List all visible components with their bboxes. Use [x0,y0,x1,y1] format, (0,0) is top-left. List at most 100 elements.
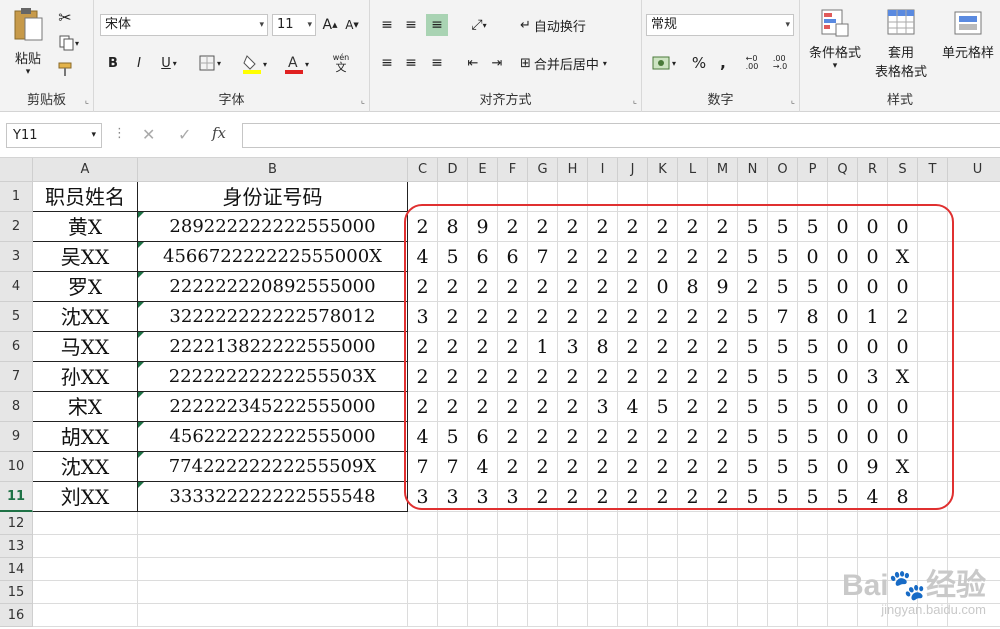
grid-cell[interactable] [468,558,498,581]
digit-cell[interactable]: 0 [828,422,858,452]
digit-cell[interactable]: 2 [588,272,618,302]
grid-cell[interactable] [618,604,648,627]
digit-cell[interactable]: 5 [768,272,798,302]
digit-cell[interactable]: 8 [678,272,708,302]
align-center-icon[interactable]: ≡ [400,52,422,74]
digit-cell[interactable]: 7 [408,452,438,482]
digit-cell[interactable]: 0 [858,422,888,452]
employee-name-cell[interactable]: 沈XX [33,452,138,482]
grid-cell[interactable] [438,581,468,604]
digit-cell[interactable]: 2 [588,422,618,452]
conditional-format-button[interactable]: 条件格式 ▾ [804,6,866,86]
grid-cell[interactable] [528,558,558,581]
digit-cell[interactable]: 2 [588,452,618,482]
grid-cell[interactable] [648,182,678,212]
digit-cell[interactable]: 2 [618,332,648,362]
digit-cell[interactable]: 2 [558,422,588,452]
grid-cell[interactable] [678,535,708,558]
digit-cell[interactable]: 2 [708,332,738,362]
digit-cell[interactable]: 2 [438,272,468,302]
digit-cell[interactable]: 5 [738,452,768,482]
select-all-corner[interactable] [0,158,33,182]
digit-cell[interactable]: 2 [468,302,498,332]
grid-cell[interactable] [648,512,678,535]
digit-cell[interactable]: 2 [558,242,588,272]
digit-cell[interactable]: 6 [468,422,498,452]
digit-cell[interactable]: 3 [468,482,498,512]
digit-cell[interactable]: 5 [738,212,768,242]
grid-cell[interactable] [588,512,618,535]
grid-cell[interactable] [468,604,498,627]
employee-name-cell[interactable]: 黄X [33,212,138,242]
grid-cell[interactable] [738,604,768,627]
grid-cell[interactable] [738,558,768,581]
grid-cell[interactable] [33,512,138,535]
grid-cell[interactable] [408,182,438,212]
grid-cell[interactable] [438,182,468,212]
digit-cell[interactable]: 2 [618,452,648,482]
grid-cell[interactable] [918,332,948,362]
grid-cell[interactable] [558,558,588,581]
digit-cell[interactable]: 0 [828,392,858,422]
id-number-cell[interactable]: 222213822222555000 [138,332,408,362]
digit-cell[interactable]: 3 [438,482,468,512]
merge-center-button[interactable]: ⊞ 合并后居中 ▾ [520,52,638,74]
column-header[interactable]: Q [828,158,858,182]
format-painter-icon[interactable] [54,58,76,80]
digit-cell[interactable]: 2 [648,452,678,482]
grid-cell[interactable] [828,512,858,535]
grid-cell[interactable] [468,182,498,212]
row-header[interactable]: 15 [0,581,33,604]
grid-cell[interactable] [528,604,558,627]
font-size-combo[interactable]: 11 ▾ [272,14,316,36]
increase-decimal-icon[interactable]: ←0.00 [740,52,764,74]
align-right-icon[interactable]: ≡ [426,52,448,74]
grid-cell[interactable] [768,581,798,604]
grid-cell[interactable] [708,182,738,212]
border-icon[interactable]: ▾ [194,52,226,74]
digit-cell[interactable]: 5 [738,242,768,272]
digit-cell[interactable]: 2 [498,362,528,392]
digit-cell[interactable]: 5 [798,362,828,392]
digit-cell[interactable]: 5 [768,242,798,272]
digit-cell[interactable]: 5 [798,212,828,242]
digit-cell[interactable]: 5 [798,422,828,452]
digit-cell[interactable]: 5 [768,332,798,362]
grid-cell[interactable] [918,512,948,535]
column-header[interactable]: J [618,158,648,182]
digit-cell[interactable]: 6 [498,242,528,272]
decrease-decimal-icon[interactable]: .00 →.0 [768,52,792,74]
digit-cell[interactable]: 2 [618,212,648,242]
digit-cell[interactable]: 3 [858,362,888,392]
align-middle-icon[interactable]: ≡ [400,14,422,36]
grid-cell[interactable] [558,182,588,212]
grid-cell[interactable] [768,512,798,535]
fill-color-icon[interactable]: ▾ [238,52,272,76]
digit-cell[interactable]: 0 [798,242,828,272]
grid-cell[interactable] [648,558,678,581]
cancel-icon[interactable]: ✕ [142,125,155,144]
grid-cell[interactable] [798,558,828,581]
digit-cell[interactable]: 4 [858,482,888,512]
formula-input[interactable] [242,123,1000,148]
grid-cell[interactable] [738,581,768,604]
phonetic-icon[interactable]: wén 文 [326,50,356,76]
grid-cell[interactable] [948,332,1000,362]
digit-cell[interactable]: 1 [528,332,558,362]
grid-cell[interactable] [948,212,1000,242]
digit-cell[interactable]: 2 [408,272,438,302]
grid-cell[interactable] [738,535,768,558]
grid-cell[interactable] [528,535,558,558]
digit-cell[interactable]: 2 [438,362,468,392]
grid-cell[interactable] [33,581,138,604]
grid-cell[interactable] [798,182,828,212]
digit-cell[interactable]: 0 [888,392,918,422]
paste-button[interactable]: 粘贴 ▾ [6,6,50,82]
digit-cell[interactable]: 2 [888,302,918,332]
digit-cell[interactable]: 4 [618,392,648,422]
digit-cell[interactable]: 3 [588,392,618,422]
grid-cell[interactable] [678,581,708,604]
employee-name-cell[interactable]: 罗X [33,272,138,302]
enter-icon[interactable]: ✓ [178,125,191,144]
digit-cell[interactable]: 2 [588,362,618,392]
